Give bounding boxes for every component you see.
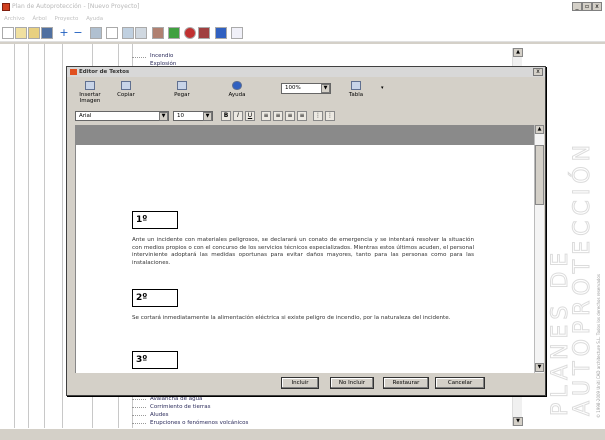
- image-icon: [85, 81, 95, 90]
- exclude-button[interactable]: No Incluir: [330, 377, 374, 389]
- check-icon[interactable]: [168, 27, 180, 39]
- help-icon[interactable]: [215, 27, 227, 39]
- include-button[interactable]: Incluir: [281, 377, 319, 389]
- scroll-down-icon[interactable]: ▼: [535, 363, 544, 372]
- save-icon[interactable]: [41, 27, 53, 39]
- section-number: 1º: [132, 211, 178, 229]
- tree-item[interactable]: Erupciones o fenómenos volcánicos: [150, 420, 248, 426]
- minimize-button[interactable]: _: [572, 2, 582, 11]
- section-number: 2º: [132, 289, 178, 307]
- dialog-close-button[interactable]: x: [533, 68, 543, 76]
- stop-icon[interactable]: [184, 27, 196, 39]
- table-icon: [351, 81, 361, 90]
- paste-button[interactable]: Pegar: [167, 81, 197, 98]
- insert-image-button[interactable]: Insertar Imagen: [69, 81, 111, 104]
- help-icon: [232, 81, 242, 90]
- font-select[interactable]: Arial: [75, 111, 169, 121]
- tree-line: [44, 44, 45, 428]
- status-bar: [0, 428, 605, 440]
- open-icon[interactable]: [15, 27, 27, 39]
- align-left-icon[interactable]: ≡: [261, 111, 271, 121]
- align-center-icon[interactable]: ≡: [273, 111, 283, 121]
- scroll-down-icon[interactable]: ▼: [513, 417, 523, 426]
- tree-item[interactable]: Aludes: [150, 412, 169, 418]
- document-icon[interactable]: [231, 27, 243, 39]
- tree-line: [14, 44, 15, 428]
- menu-bar: Archivo Árbol Proyecto Ayuda: [0, 14, 605, 24]
- find-icon[interactable]: [90, 27, 102, 39]
- chevron-down-icon[interactable]: ▼: [159, 112, 168, 121]
- tree-item[interactable]: Incendio: [150, 53, 173, 59]
- window-title: Plan de Autoprotección - [Nuevo Proyecto…: [0, 0, 605, 14]
- section-text: Ante un incidente con materiales peligro…: [132, 237, 474, 266]
- copy-icon: [121, 81, 131, 90]
- table-button[interactable]: Tabla: [341, 81, 371, 98]
- bold-button[interactable]: B: [221, 111, 231, 121]
- menu-help[interactable]: Ayuda: [86, 16, 103, 22]
- print-icon[interactable]: [135, 27, 147, 39]
- menu-tree[interactable]: Árbol: [32, 16, 46, 22]
- editor-scrollbar[interactable]: ▲ ▼: [534, 125, 544, 373]
- align-right-icon[interactable]: ≡: [285, 111, 295, 121]
- menu-project[interactable]: Proyecto: [54, 16, 78, 22]
- people-icon[interactable]: [152, 27, 164, 39]
- scroll-up-icon[interactable]: ▲: [513, 48, 523, 57]
- table-dropdown-icon[interactable]: ▾: [381, 85, 384, 91]
- editor-icon: [70, 69, 77, 75]
- menu-file[interactable]: Archivo: [4, 16, 25, 22]
- copy-button[interactable]: Copiar: [111, 81, 141, 98]
- tree-line: [62, 44, 63, 428]
- dialog-title: Editor de Textos: [67, 67, 545, 77]
- scroll-thumb[interactable]: [535, 145, 544, 205]
- tree-item[interactable]: Corrimiento de tierras: [150, 404, 211, 410]
- text-editor-dialog: Editor de Textos x Insertar Imagen Copia…: [66, 66, 546, 396]
- add-icon[interactable]: +: [58, 27, 70, 39]
- tree-item[interactable]: Avalancha de agua: [150, 396, 202, 402]
- paste-icon: [177, 81, 187, 90]
- ruler-bar: [75, 125, 535, 145]
- help-button[interactable]: Ayuda: [222, 81, 252, 98]
- restore-button[interactable]: Restaurar: [383, 377, 429, 389]
- tree-line: [28, 44, 29, 428]
- remove-icon[interactable]: −: [72, 27, 84, 39]
- italic-button[interactable]: I: [233, 111, 243, 121]
- copyright-text: © 1998-2009 Uniti CAD architecture S.L. …: [596, 274, 601, 418]
- open-folder-icon[interactable]: [28, 27, 40, 39]
- section-number: 3º: [132, 351, 178, 369]
- document-page[interactable]: 1º Ante un incidente con materiales peli…: [75, 145, 535, 373]
- bullet-list-icon[interactable]: ⋮: [325, 111, 335, 121]
- brand-text-line2: AUTOPROTECCIÓN: [570, 139, 596, 416]
- section-text: Se cortará inmediatamente la alimentació…: [132, 315, 451, 321]
- chevron-down-icon[interactable]: ▼: [321, 84, 330, 93]
- underline-button[interactable]: U: [245, 111, 255, 121]
- cancel-button[interactable]: Cancelar: [435, 377, 485, 389]
- scroll-up-icon[interactable]: ▲: [535, 125, 544, 134]
- tree-line: [132, 44, 133, 66]
- app-icon: [2, 3, 10, 11]
- maximize-button[interactable]: ▫: [582, 2, 592, 11]
- close-button[interactable]: x: [592, 2, 602, 11]
- book-icon[interactable]: [198, 27, 210, 39]
- preview-icon[interactable]: [106, 27, 118, 39]
- numbered-list-icon[interactable]: ⋮: [313, 111, 323, 121]
- main-toolbar: + −: [0, 24, 605, 42]
- chevron-down-icon[interactable]: ▼: [203, 112, 212, 121]
- new-icon[interactable]: [2, 27, 14, 39]
- justify-icon[interactable]: ≡: [297, 111, 307, 121]
- link-icon[interactable]: [122, 27, 134, 39]
